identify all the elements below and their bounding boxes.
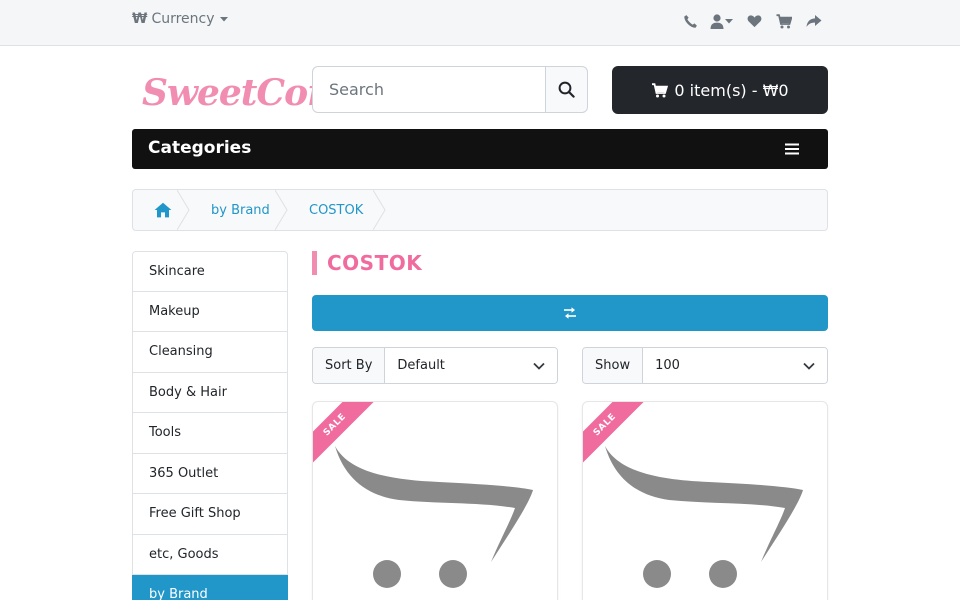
show-limit-control: Show 100 <box>582 347 828 384</box>
breadcrumb-separator <box>177 190 190 230</box>
sidebar-item-etc-goods[interactable]: etc, Goods <box>132 534 288 575</box>
product-card[interactable]: SALE <box>312 401 558 600</box>
sort-by-select[interactable]: Default <box>385 348 557 383</box>
sidebar-item-label: Skincare <box>149 263 205 279</box>
user-icon <box>710 13 724 29</box>
breadcrumb-costok[interactable]: COSTOK <box>287 190 386 230</box>
sort-by-value: Default <box>397 358 445 373</box>
breadcrumb-separator <box>275 190 288 230</box>
chevron-down-icon <box>533 362 545 370</box>
search-icon <box>558 81 575 98</box>
sidebar-item-label: Cleansing <box>149 344 213 360</box>
sidebar-item-body-hair[interactable]: Body & Hair <box>132 372 288 413</box>
menu-toggle-button[interactable] <box>780 141 804 157</box>
sidebar-item-free-gift-shop[interactable]: Free Gift Shop <box>132 494 288 535</box>
heart-icon[interactable] <box>739 10 769 32</box>
categories-label: Categories <box>148 138 252 158</box>
phone-icon[interactable] <box>675 10 705 32</box>
top-bar: ₩ Currency <box>0 0 960 46</box>
breadcrumb-separator <box>373 190 386 230</box>
product-placeholder-image[interactable] <box>329 442 543 592</box>
share-icon[interactable] <box>799 10 829 32</box>
search-form <box>312 66 588 113</box>
page-title: COSTOK <box>312 251 422 275</box>
breadcrumb-label: COSTOK <box>309 202 364 218</box>
search-input[interactable] <box>312 66 545 113</box>
home-icon <box>154 202 172 218</box>
sidebar-item-365-outlet[interactable]: 365 Outlet <box>132 453 288 494</box>
breadcrumb: by Brand COSTOK <box>132 189 828 231</box>
chevron-down-icon <box>803 362 815 370</box>
cart-total: 0 item(s) - ₩0 <box>674 80 789 100</box>
product-placeholder-image[interactable] <box>599 442 813 592</box>
categories-menu[interactable]: Categories <box>132 129 828 169</box>
sidebar-item-label: etc, Goods <box>149 546 219 562</box>
sidebar-item-cleansing[interactable]: Cleansing <box>132 332 288 373</box>
page-title-text: COSTOK <box>327 251 423 275</box>
sidebar-item-label: Body & Hair <box>149 384 227 400</box>
show-label: Show <box>583 348 644 383</box>
currency-label: Currency <box>151 11 215 27</box>
sidebar-item-label: 365 Outlet <box>149 465 219 481</box>
cart-button[interactable]: 0 item(s) - ₩0 <box>612 66 828 114</box>
hamburger-icon <box>785 143 799 155</box>
logo-text: SweetCorea <box>142 72 316 114</box>
sidebar-item-label: Makeup <box>149 303 200 319</box>
sidebar-item-by-brand[interactable]: by Brand <box>132 575 288 600</box>
title-accent-bar <box>312 251 317 275</box>
show-limit-select[interactable]: 100 <box>643 348 827 383</box>
breadcrumb-home[interactable] <box>133 190 190 230</box>
sidebar-item-label: Tools <box>149 425 182 441</box>
sort-by-label: Sort By <box>313 348 386 383</box>
category-sidebar: Skincare Makeup Cleansing Body & Hair To… <box>132 251 288 600</box>
show-limit-value: 100 <box>655 358 680 373</box>
sidebar-item-tools[interactable]: Tools <box>132 413 288 454</box>
currency-symbol: ₩ <box>132 11 148 27</box>
sidebar-item-label: by Brand <box>149 587 208 600</box>
site-logo[interactable]: SweetCorea <box>142 72 316 124</box>
caret-down-icon <box>725 19 733 24</box>
product-card[interactable]: SALE <box>582 401 828 600</box>
breadcrumb-label: by Brand <box>211 202 270 218</box>
sidebar-item-label: Free Gift Shop <box>149 506 241 522</box>
exchange-icon <box>564 307 576 319</box>
cart-icon <box>652 82 669 97</box>
sidebar-item-skincare[interactable]: Skincare <box>132 251 288 292</box>
caret-down-icon <box>219 17 228 22</box>
breadcrumb-by-brand[interactable]: by Brand <box>189 190 288 230</box>
top-links <box>675 10 829 32</box>
search-button[interactable] <box>545 66 588 113</box>
sidebar-item-makeup[interactable]: Makeup <box>132 291 288 332</box>
sort-by-control: Sort By Default <box>312 347 558 384</box>
user-dropdown[interactable] <box>705 10 739 32</box>
currency-dropdown[interactable]: ₩ Currency <box>132 11 229 27</box>
cart-icon[interactable] <box>769 10 799 32</box>
product-compare-button[interactable] <box>312 295 828 331</box>
